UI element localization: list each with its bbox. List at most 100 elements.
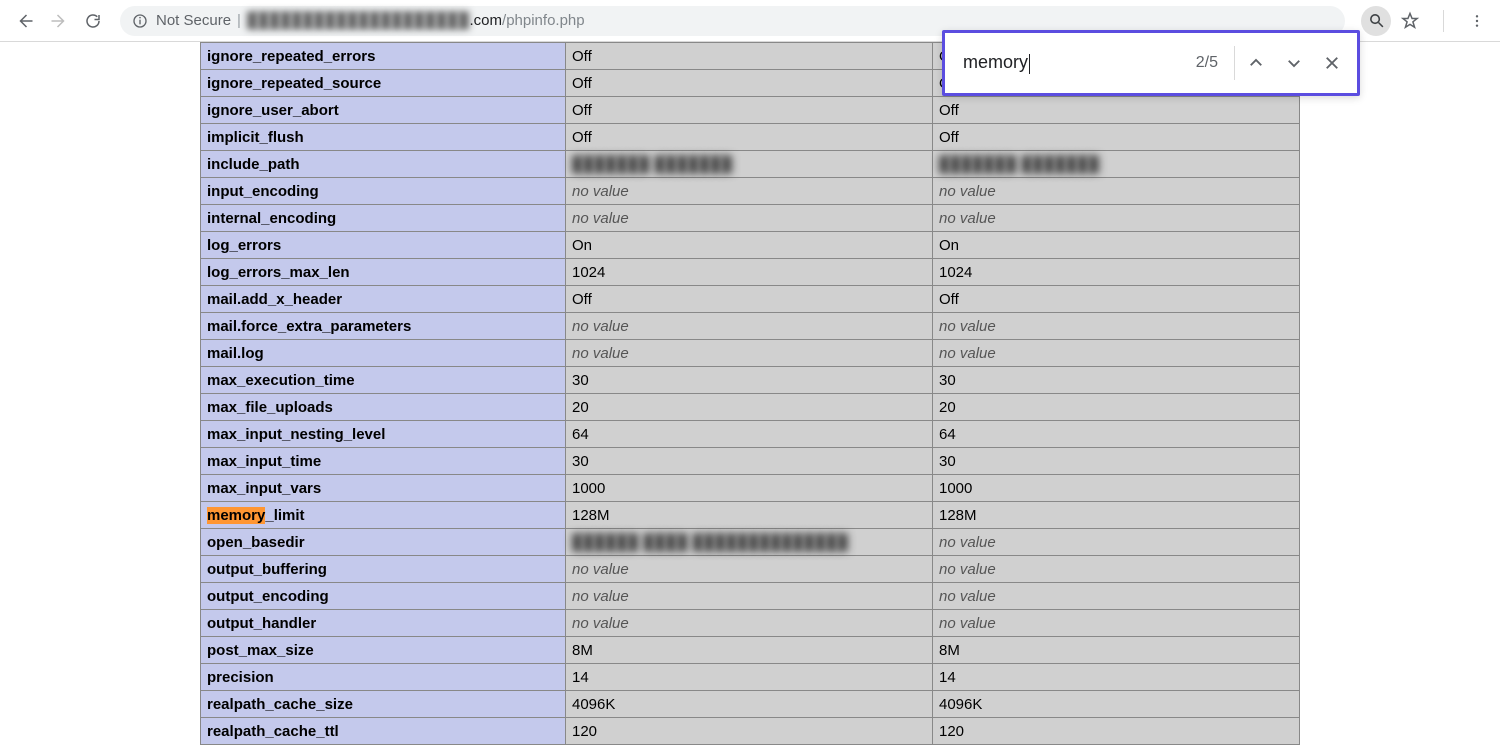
master-value: 128M [933,502,1300,529]
reload-button[interactable] [76,4,110,38]
directive-name: include_path [201,151,566,178]
table-row: max_execution_time3030 [201,367,1300,394]
table-row: open_basedir██████ ████ ██████████████no… [201,529,1300,556]
master-value: no value [933,583,1300,610]
master-value: no value [933,610,1300,637]
local-value: 1000 [566,475,933,502]
master-value: ███████ ███████ [933,151,1300,178]
find-close-button[interactable] [1313,44,1351,82]
find-match-count: 2/5 [1196,54,1218,72]
directive-name: log_errors [201,232,566,259]
directive-name: max_input_nesting_level [201,421,566,448]
master-value: On [933,232,1300,259]
local-value: Off [566,43,933,70]
local-value: On [566,232,933,259]
directive-name: max_input_vars [201,475,566,502]
local-value: 1024 [566,259,933,286]
directive-name: input_encoding [201,178,566,205]
table-row: mail.force_extra_parametersno valueno va… [201,313,1300,340]
local-value: no value [566,610,933,637]
master-value: 1000 [933,475,1300,502]
master-value: no value [933,205,1300,232]
master-value: 120 [933,718,1300,745]
local-value: Off [566,286,933,313]
reload-icon [84,12,102,30]
directive-name: max_execution_time [201,367,566,394]
local-value: Off [566,70,933,97]
directive-name: ignore_repeated_source [201,70,566,97]
directive-name: max_file_uploads [201,394,566,421]
directive-name: output_encoding [201,583,566,610]
directive-name: realpath_cache_ttl [201,718,566,745]
directive-name: open_basedir [201,529,566,556]
directive-name: output_handler [201,610,566,637]
menu-button[interactable] [1462,6,1492,36]
zoom-indicator[interactable] [1361,6,1391,36]
local-value: 14 [566,664,933,691]
address-path: /phpinfo.php [502,12,585,29]
magnifier-icon [1368,12,1385,29]
directive-name: log_errors_max_len [201,259,566,286]
directive-name: mail.log [201,340,566,367]
local-value: 64 [566,421,933,448]
table-row: memory_limit128M128M [201,502,1300,529]
master-value: no value [933,340,1300,367]
table-row: max_input_nesting_level6464 [201,421,1300,448]
find-query-display[interactable]: memory [963,52,1030,73]
local-value: ███████ ███████ [566,151,933,178]
local-value: ██████ ████ ██████████████ [566,529,933,556]
master-value: 30 [933,448,1300,475]
find-next-button[interactable] [1275,44,1313,82]
local-value: no value [566,313,933,340]
master-value: no value [933,529,1300,556]
master-value: no value [933,313,1300,340]
local-value: no value [566,205,933,232]
master-value: 4096K [933,691,1300,718]
master-value: 20 [933,394,1300,421]
bookmark-button[interactable] [1395,6,1425,36]
toolbar-separator [1443,10,1444,32]
table-row: realpath_cache_size4096K4096K [201,691,1300,718]
table-row: max_input_time3030 [201,448,1300,475]
find-in-page-bar: memory 2/5 [942,30,1360,96]
master-value: Off [933,124,1300,151]
arrow-left-icon [16,12,34,30]
local-value: Off [566,124,933,151]
back-button[interactable] [8,4,42,38]
master-value: 14 [933,664,1300,691]
directive-name: post_max_size [201,637,566,664]
text-caret [1029,54,1030,74]
table-row: input_encodingno valueno value [201,178,1300,205]
local-value: no value [566,340,933,367]
local-value: no value [566,556,933,583]
master-value: no value [933,178,1300,205]
star-icon [1400,11,1420,31]
directive-name: realpath_cache_size [201,691,566,718]
table-row: precision1414 [201,664,1300,691]
search-highlight: memory [207,507,265,524]
directive-name: mail.force_extra_parameters [201,313,566,340]
local-value: Off [566,97,933,124]
directive-name: implicit_flush [201,124,566,151]
directive-name: ignore_user_abort [201,97,566,124]
chevron-down-icon [1285,54,1303,72]
directive-name: precision [201,664,566,691]
local-value: 4096K [566,691,933,718]
find-prev-button[interactable] [1237,44,1275,82]
table-row: output_encodingno valueno value [201,583,1300,610]
table-row: internal_encodingno valueno value [201,205,1300,232]
chevron-up-icon [1247,54,1265,72]
address-divider: | [237,12,241,29]
table-row: include_path ███████ ███████ ███████ █████… [201,151,1300,178]
address-domain-suffix: .com [470,12,503,29]
toolbar-right [1361,6,1492,36]
forward-button[interactable] [42,4,76,38]
security-status: Not Secure [156,12,231,29]
dots-vertical-icon [1469,13,1485,29]
table-row: implicit_flushOffOff [201,124,1300,151]
table-row: realpath_cache_ttl120120 [201,718,1300,745]
find-separator [1234,46,1235,80]
table-row: log_errorsOnOn [201,232,1300,259]
master-value: 1024 [933,259,1300,286]
redacted-value: ███████ ███████ [572,156,732,173]
